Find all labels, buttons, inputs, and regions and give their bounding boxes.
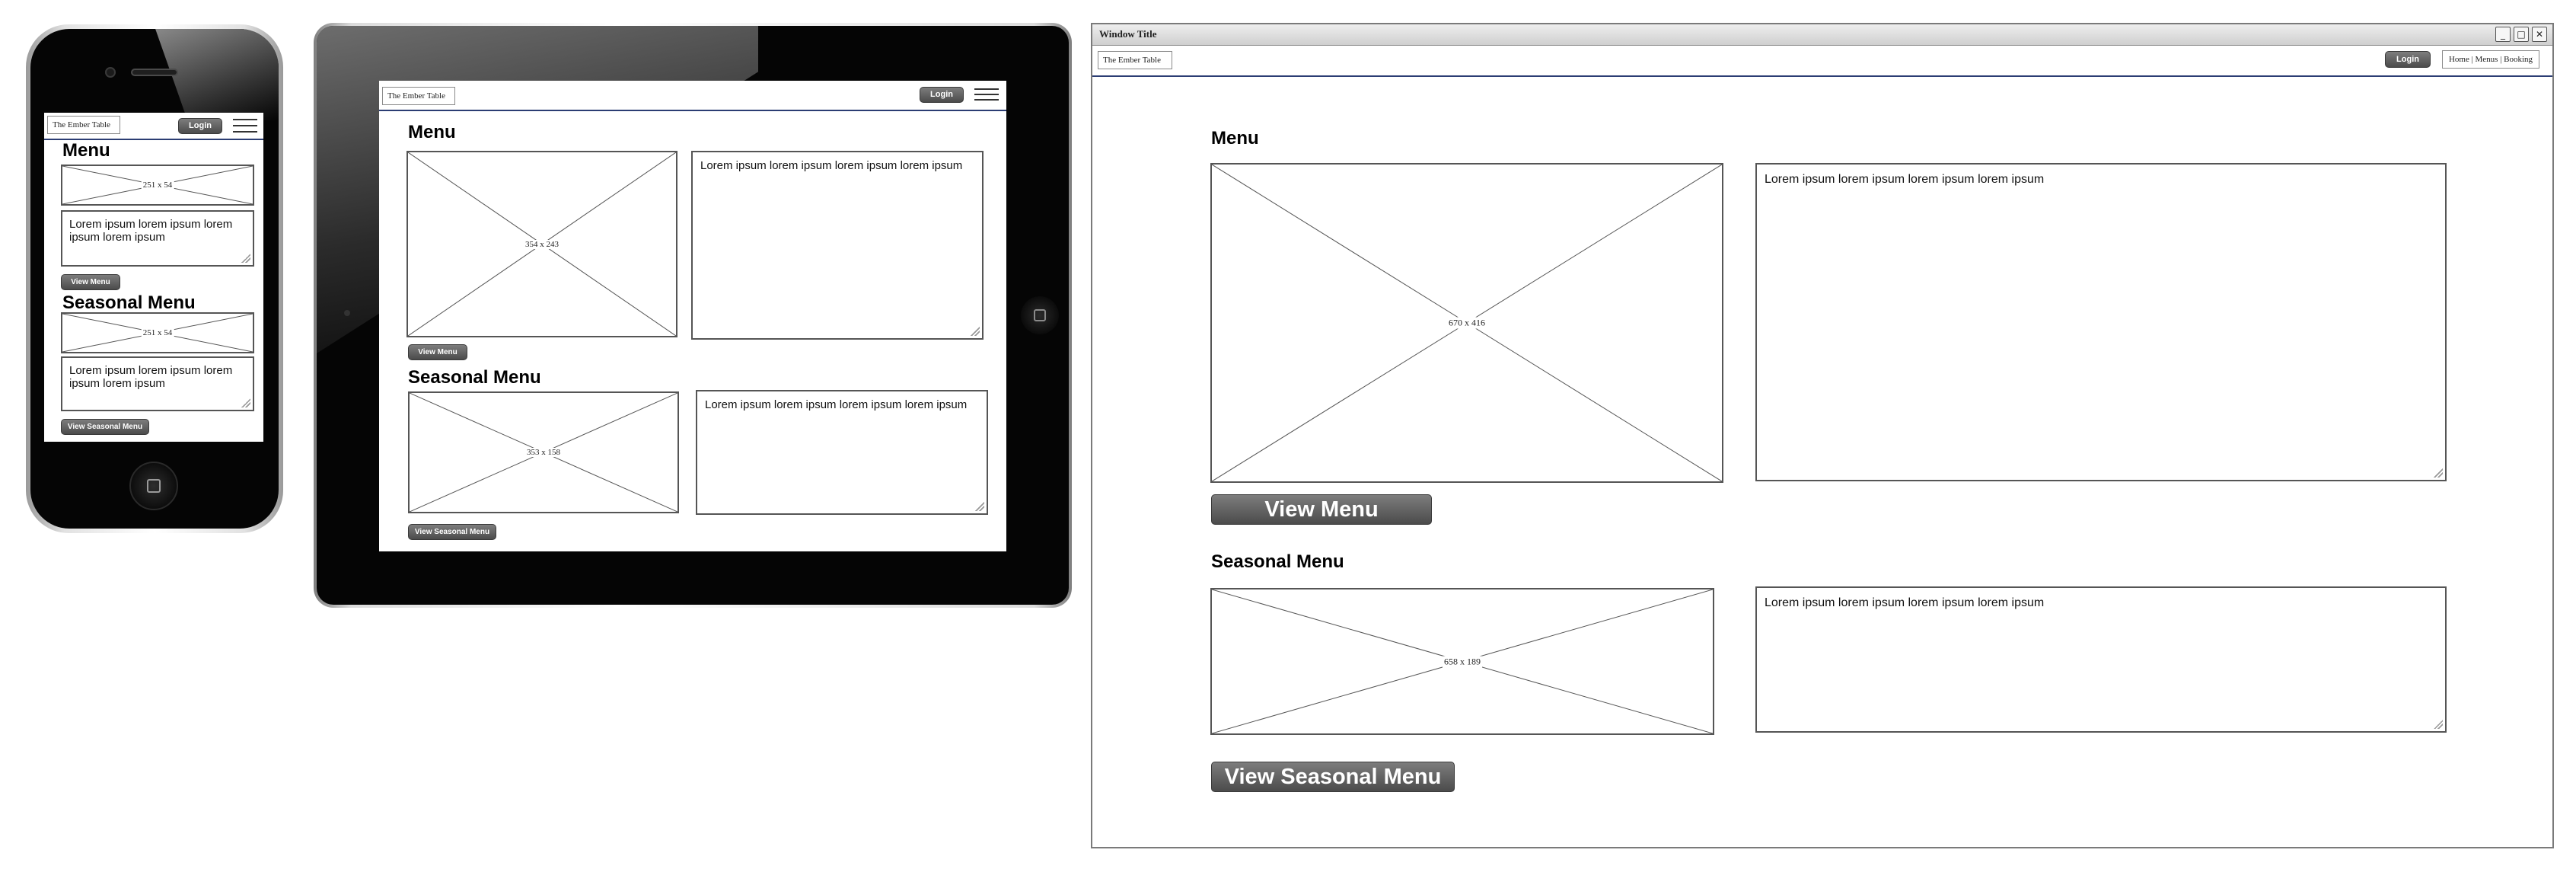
menu-description-text: Lorem ipsum lorem ipsum lorem ipsum lore… [69, 218, 233, 244]
menu-description-text: Lorem ipsum lorem ipsum lorem ipsum lore… [700, 159, 963, 172]
image-size-label: 251 x 54 [141, 328, 174, 337]
seasonal-menu-heading: Seasonal Menu [1211, 551, 1344, 572]
menu-description-text: Lorem ipsum lorem ipsum lorem ipsum lore… [1765, 173, 2045, 186]
view-menu-button[interactable]: View Menu [408, 344, 467, 360]
brand-logo[interactable]: The Ember Table [47, 116, 120, 134]
view-seasonal-menu-button[interactable]: View Seasonal Menu [61, 419, 149, 435]
tablet-screen: The Ember Table Login Menu 354 x 243 Lor… [379, 81, 1006, 551]
resize-grip-icon[interactable] [971, 327, 980, 336]
brand-logo[interactable]: The Ember Table [1098, 51, 1172, 69]
resize-grip-icon[interactable] [241, 254, 250, 263]
menu-description-textarea[interactable]: Lorem ipsum lorem ipsum lorem ipsum lore… [61, 210, 254, 267]
phone-camera [105, 67, 116, 78]
login-button[interactable]: Login [2385, 51, 2431, 68]
desktop-header [1092, 46, 2552, 77]
login-button[interactable]: Login [920, 87, 964, 103]
image-size-label: 251 x 54 [141, 181, 174, 190]
menu-description-textarea[interactable]: Lorem ipsum lorem ipsum lorem ipsum lore… [691, 151, 984, 340]
view-menu-button[interactable]: View Menu [61, 274, 120, 290]
resize-grip-icon[interactable] [2434, 468, 2443, 478]
home-square-icon [147, 479, 161, 493]
seasonal-image-placeholder: 353 x 158 [408, 391, 679, 513]
seasonal-menu-heading: Seasonal Menu [408, 367, 541, 388]
maximize-icon[interactable]: □ [2514, 27, 2529, 42]
resize-grip-icon[interactable] [241, 398, 250, 407]
seasonal-image-placeholder: 658 x 189 [1210, 588, 1714, 735]
phone-speaker [131, 69, 178, 76]
menu-description-textarea[interactable]: Lorem ipsum lorem ipsum lorem ipsum lore… [1755, 163, 2447, 481]
menu-heading: Menu [1211, 128, 1259, 149]
menu-image-placeholder: 251 x 54 [61, 165, 254, 206]
view-menu-button[interactable]: View Menu [1211, 494, 1432, 525]
menu-image-placeholder: 670 x 416 [1210, 163, 1723, 483]
image-size-label: 670 x 416 [1447, 317, 1487, 329]
hamburger-menu-icon[interactable] [233, 119, 257, 134]
phone-screen: The Ember Table Login Menu 251 x 54 Lore… [44, 113, 263, 442]
close-icon[interactable]: ✕ [2532, 27, 2547, 42]
resize-grip-icon[interactable] [975, 502, 984, 511]
login-button[interactable]: Login [178, 118, 222, 134]
seasonal-menu-heading: Seasonal Menu [62, 292, 196, 313]
seasonal-description-textarea[interactable]: Lorem ipsum lorem ipsum lorem ipsum lore… [61, 356, 254, 411]
hamburger-menu-icon[interactable] [974, 88, 999, 102]
seasonal-description-textarea[interactable]: Lorem ipsum lorem ipsum lorem ipsum lore… [1755, 586, 2447, 733]
view-seasonal-menu-button[interactable]: View Seasonal Menu [1211, 762, 1455, 792]
image-size-label: 353 x 158 [525, 448, 562, 457]
minimize-icon[interactable]: _ [2495, 27, 2511, 42]
tablet-header [379, 81, 1006, 111]
seasonal-description-text: Lorem ipsum lorem ipsum lorem ipsum lore… [69, 364, 233, 390]
view-seasonal-menu-button[interactable]: View Seasonal Menu [408, 524, 496, 540]
nav-links[interactable]: Home | Menus | Booking [2442, 50, 2539, 69]
home-square-icon [1034, 309, 1046, 321]
image-size-label: 658 x 189 [1443, 656, 1482, 667]
menu-heading: Menu [408, 122, 456, 142]
resize-grip-icon[interactable] [2434, 720, 2443, 729]
window-title: Window Title [1099, 28, 1157, 40]
seasonal-description-text: Lorem ipsum lorem ipsum lorem ipsum lore… [1765, 596, 2045, 609]
image-size-label: 354 x 243 [524, 239, 560, 249]
tablet-camera [344, 310, 350, 316]
seasonal-description-text: Lorem ipsum lorem ipsum lorem ipsum lore… [705, 398, 968, 411]
menu-heading: Menu [62, 140, 110, 161]
menu-image-placeholder: 354 x 243 [406, 151, 677, 337]
seasonal-description-textarea[interactable]: Lorem ipsum lorem ipsum lorem ipsum lore… [696, 390, 988, 515]
seasonal-image-placeholder: 251 x 54 [61, 312, 254, 353]
window-titlebar[interactable] [1092, 24, 2552, 46]
brand-logo[interactable]: The Ember Table [382, 87, 455, 105]
